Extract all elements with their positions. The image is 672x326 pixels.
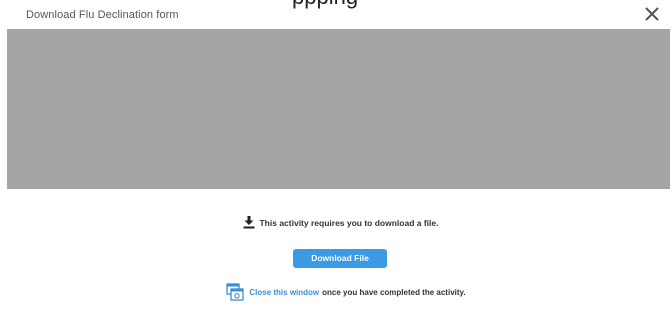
window-icon <box>226 283 245 301</box>
close-window-line: Close this window once you have complete… <box>0 283 672 303</box>
download-modal: Download Flu Declination form ppping Thi… <box>0 0 672 326</box>
requirement-text: This activity requires you to download a… <box>259 217 439 228</box>
background-page-text: ppping <box>292 0 358 8</box>
modal-header: Download Flu Declination form ppping <box>0 0 672 30</box>
close-window-link[interactable]: Close this window <box>249 288 319 297</box>
file-preview-area <box>7 29 670 189</box>
download-file-button[interactable]: Download File <box>293 249 387 268</box>
download-requirement-line: This activity requires you to download a… <box>0 216 672 231</box>
close-icon[interactable] <box>642 4 662 24</box>
close-window-suffix: once you have completed the activity. <box>322 287 466 297</box>
modal-title: Download Flu Declination form <box>26 9 179 21</box>
download-icon <box>243 216 255 229</box>
